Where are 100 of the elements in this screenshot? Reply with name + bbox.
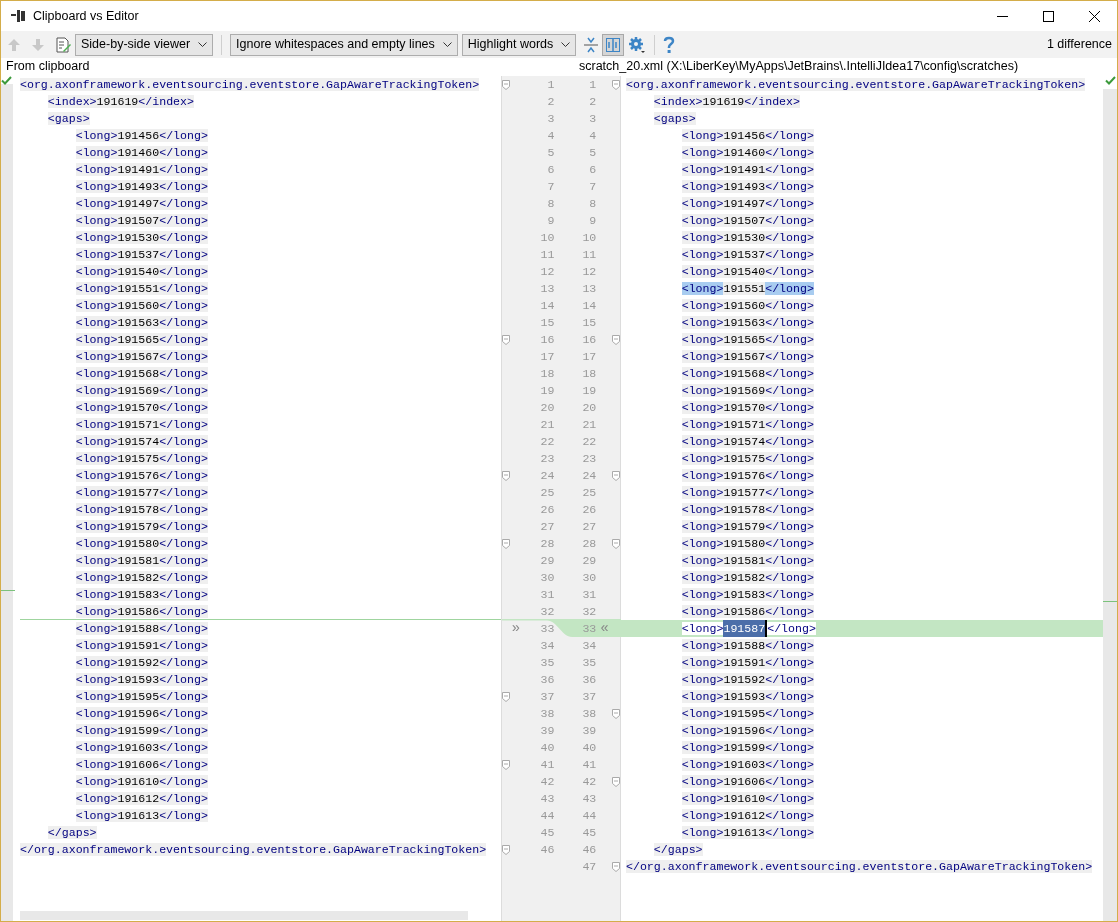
window-title: Clipboard vs Editor (33, 7, 139, 25)
line-number: 36 (582, 672, 597, 686)
fold-icon[interactable] (612, 861, 620, 872)
check-icon (1, 76, 12, 85)
help-icon[interactable] (663, 35, 676, 54)
line-number: 15 (582, 315, 597, 329)
arrow-down-icon[interactable] (31, 37, 45, 52)
line-number: 45 (582, 825, 597, 839)
line-number: 35 (582, 655, 597, 669)
line-number: 10 (540, 230, 555, 244)
line-number: 47 (582, 859, 597, 873)
line-number: 27 (540, 519, 555, 533)
line-number: 4 (547, 128, 555, 142)
line-number: 44 (540, 808, 555, 822)
side-by-side-toggle[interactable] (602, 33, 625, 56)
line-number: 35 (540, 655, 555, 669)
line-number: 31 (582, 587, 597, 601)
line-number: 13 (540, 281, 555, 295)
line-number: 21 (540, 417, 555, 431)
line-number: 2 (547, 94, 555, 108)
line-number: 32 (540, 604, 555, 618)
close-icon (1088, 10, 1100, 22)
dropdown[interactable]: Side-by-side viewer (75, 33, 214, 56)
line-number: 19 (540, 383, 555, 397)
line-number: 12 (540, 264, 555, 278)
line-number: 18 (582, 366, 597, 380)
code-text: </long> (767, 621, 816, 637)
line-number: 3 (589, 111, 597, 125)
line-number: 40 (582, 740, 597, 754)
edit-icon[interactable] (55, 36, 71, 53)
line-number: 6 (547, 162, 555, 176)
line-number: 7 (547, 179, 555, 193)
line-number: 45 (540, 825, 555, 839)
line-number: 20 (540, 400, 555, 414)
line-number: 31 (540, 587, 555, 601)
fold-icon[interactable] (502, 470, 510, 481)
line-number: 37 (540, 689, 555, 703)
minimize-icon (996, 15, 1008, 17)
line-number: 38 (582, 706, 597, 720)
dropdown[interactable]: Highlight words (461, 33, 577, 56)
fold-icon[interactable] (502, 844, 510, 855)
line-number: 15 (540, 315, 555, 329)
line-number: 20 (582, 400, 597, 414)
fold-icon[interactable] (502, 691, 510, 702)
maximize-icon (1042, 10, 1054, 22)
line-number: 34 (540, 638, 555, 652)
chevron-down-icon (561, 41, 571, 48)
collapse-icon[interactable] (584, 36, 599, 53)
fold-icon[interactable] (612, 538, 620, 549)
vertical-scrollbar[interactable] (1103, 89, 1117, 921)
line-number: 4 (589, 128, 597, 142)
line-number: 41 (582, 757, 597, 771)
line-number: 40 (540, 740, 555, 754)
fold-icon[interactable] (612, 79, 620, 90)
line-number: 5 (589, 145, 597, 159)
panel-header: From clipboard (6, 58, 91, 76)
dropdown[interactable]: Ignore whitespaces and empty lines (230, 33, 458, 56)
line-number: 29 (540, 553, 555, 567)
fold-icon[interactable] (612, 708, 620, 719)
fold-icon[interactable] (502, 334, 510, 345)
fold-icon[interactable] (502, 538, 510, 549)
line-number: 30 (540, 570, 555, 584)
line-number: 8 (547, 196, 555, 210)
settings-icon[interactable] (628, 35, 647, 54)
line-number: 19 (582, 383, 597, 397)
fold-icon[interactable] (612, 334, 620, 345)
line-number: 28 (582, 536, 597, 550)
horizontal-scrollbar[interactable] (20, 911, 468, 920)
line-number: 46 (540, 842, 555, 856)
line-number: 25 (582, 485, 597, 499)
line-number: 16 (540, 332, 555, 346)
line-number: 27 (582, 519, 597, 533)
line-number: 43 (540, 791, 555, 805)
line-number: 42 (540, 774, 555, 788)
difference-count: 1 difference (1046, 36, 1112, 54)
line-number: 42 (582, 774, 597, 788)
check-icon (1104, 76, 1116, 85)
line-number: 17 (582, 349, 597, 363)
line-number: 17 (540, 349, 555, 363)
fold-icon[interactable] (612, 776, 620, 787)
line-number: 11 (582, 247, 597, 261)
line-number: 1 (589, 77, 597, 91)
line-number: 30 (582, 570, 597, 584)
line-number: 26 (540, 502, 555, 516)
line-number: 24 (582, 468, 597, 482)
arrow-up-icon[interactable] (7, 37, 21, 52)
line-number: 12 (582, 264, 597, 278)
fold-icon[interactable] (502, 79, 510, 90)
line-number: 26 (582, 502, 597, 516)
line-number: 24 (540, 468, 555, 482)
fold-icon[interactable] (502, 759, 510, 770)
line-number: 22 (582, 434, 597, 448)
code-line: <long>191586</long> (20, 603, 501, 620)
line-number: 14 (540, 298, 555, 312)
line-number: 1 (547, 77, 555, 91)
line-number: 23 (540, 451, 555, 465)
fold-icon[interactable] (612, 470, 620, 481)
line-number: 14 (582, 298, 597, 312)
chevron-down-icon (198, 41, 208, 48)
line-number: 33 (540, 621, 555, 635)
